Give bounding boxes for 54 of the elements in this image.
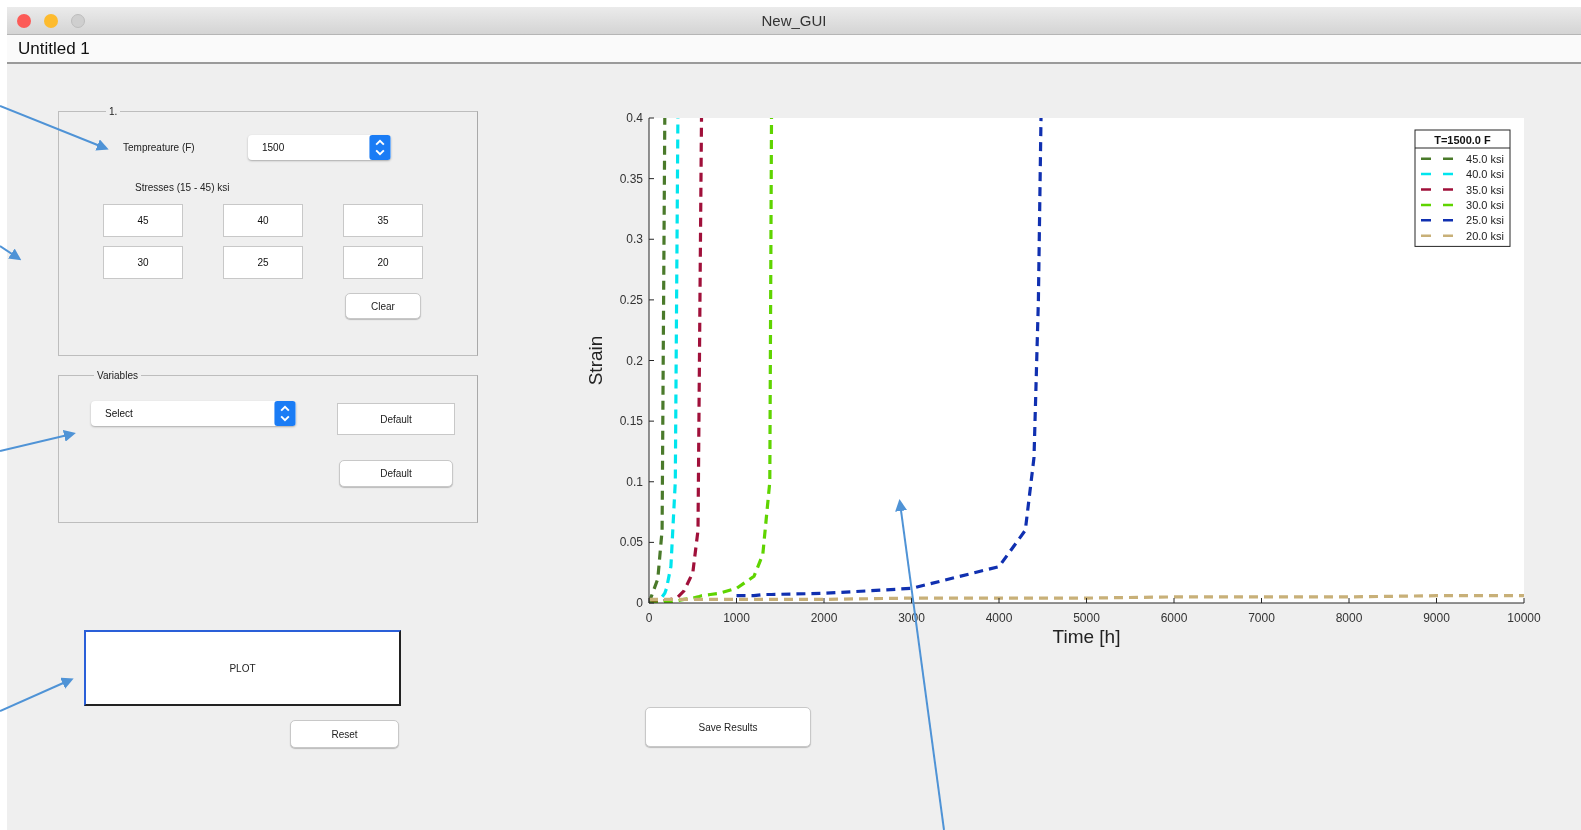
stress-field[interactable]: 35 bbox=[343, 204, 423, 237]
x-axis-label: Time [h] bbox=[1052, 626, 1121, 647]
temperature-label: Tempreature (F) bbox=[123, 142, 196, 153]
stress-field[interactable]: 25 bbox=[223, 246, 303, 279]
legend-label: 45.0 ksi bbox=[1466, 152, 1504, 165]
stresses-label: Stresses (15 - 45) ksi bbox=[135, 182, 231, 193]
tick-label: 9000 bbox=[1423, 611, 1450, 625]
tick-label: 0.35 bbox=[619, 171, 643, 186]
panel-title: Variables bbox=[96, 370, 139, 381]
clear-button[interactable]: Clear bbox=[345, 293, 421, 319]
variable-dropdown[interactable]: Select bbox=[91, 401, 296, 426]
zoom-icon[interactable] bbox=[71, 14, 85, 28]
tick-label: 2000 bbox=[810, 611, 838, 625]
close-icon[interactable] bbox=[17, 14, 31, 28]
tick-label: 0.25 bbox=[619, 292, 643, 307]
tick-label: 8000 bbox=[1335, 611, 1363, 625]
stress-field[interactable]: 40 bbox=[223, 204, 303, 237]
tick-label: 0.15 bbox=[619, 414, 643, 429]
tick-label: 1000 bbox=[723, 611, 750, 625]
tick-label: 4000 bbox=[985, 611, 1013, 625]
legend-label: 30.0 ksi bbox=[1466, 198, 1504, 211]
tick-label: 0 bbox=[645, 611, 653, 625]
tick-label: 10000 bbox=[1507, 611, 1541, 625]
window-title: New_GUI bbox=[761, 12, 827, 29]
tick-label: 0.3 bbox=[626, 232, 643, 247]
tick-label: 0.1 bbox=[626, 474, 643, 489]
document-title: Untitled 1 bbox=[18, 38, 90, 59]
temperature-dropdown[interactable]: 1500 bbox=[248, 135, 391, 160]
stepper-icon bbox=[369, 135, 391, 160]
tick-label: 5000 bbox=[1073, 611, 1100, 625]
tick-label: 0.05 bbox=[619, 535, 643, 550]
legend-title: T=1500.0 F bbox=[1434, 134, 1491, 146]
minimize-icon[interactable] bbox=[44, 14, 58, 28]
stress-field[interactable]: 45 bbox=[103, 204, 183, 237]
default-button[interactable]: Default bbox=[339, 460, 453, 487]
stress-field[interactable]: 20 bbox=[343, 246, 423, 279]
stepper-icon bbox=[274, 401, 296, 426]
stress-field[interactable]: 30 bbox=[103, 246, 183, 279]
legend-label: 35.0 ksi bbox=[1466, 183, 1504, 196]
tick-label: 0 bbox=[636, 596, 643, 610]
plot-button[interactable]: PLOT bbox=[84, 630, 401, 706]
save-results-button[interactable]: Save Results bbox=[645, 707, 811, 747]
default-field[interactable]: Default bbox=[337, 403, 455, 435]
tick-label: 0.2 bbox=[626, 353, 643, 368]
tick-label: 0.4 bbox=[626, 111, 643, 125]
y-axis-label: Strain bbox=[585, 335, 606, 386]
tick-label: 7000 bbox=[1248, 611, 1275, 625]
legend-label: 40.0 ksi bbox=[1466, 168, 1504, 181]
legend-label: 25.0 ksi bbox=[1466, 214, 1504, 227]
tick-label: 6000 bbox=[1160, 611, 1188, 625]
panel-title: 1. bbox=[108, 106, 119, 117]
reset-button[interactable]: Reset bbox=[290, 720, 399, 748]
legend-label: 20.0 ksi bbox=[1466, 229, 1504, 242]
annotation-arrow bbox=[0, 245, 22, 261]
